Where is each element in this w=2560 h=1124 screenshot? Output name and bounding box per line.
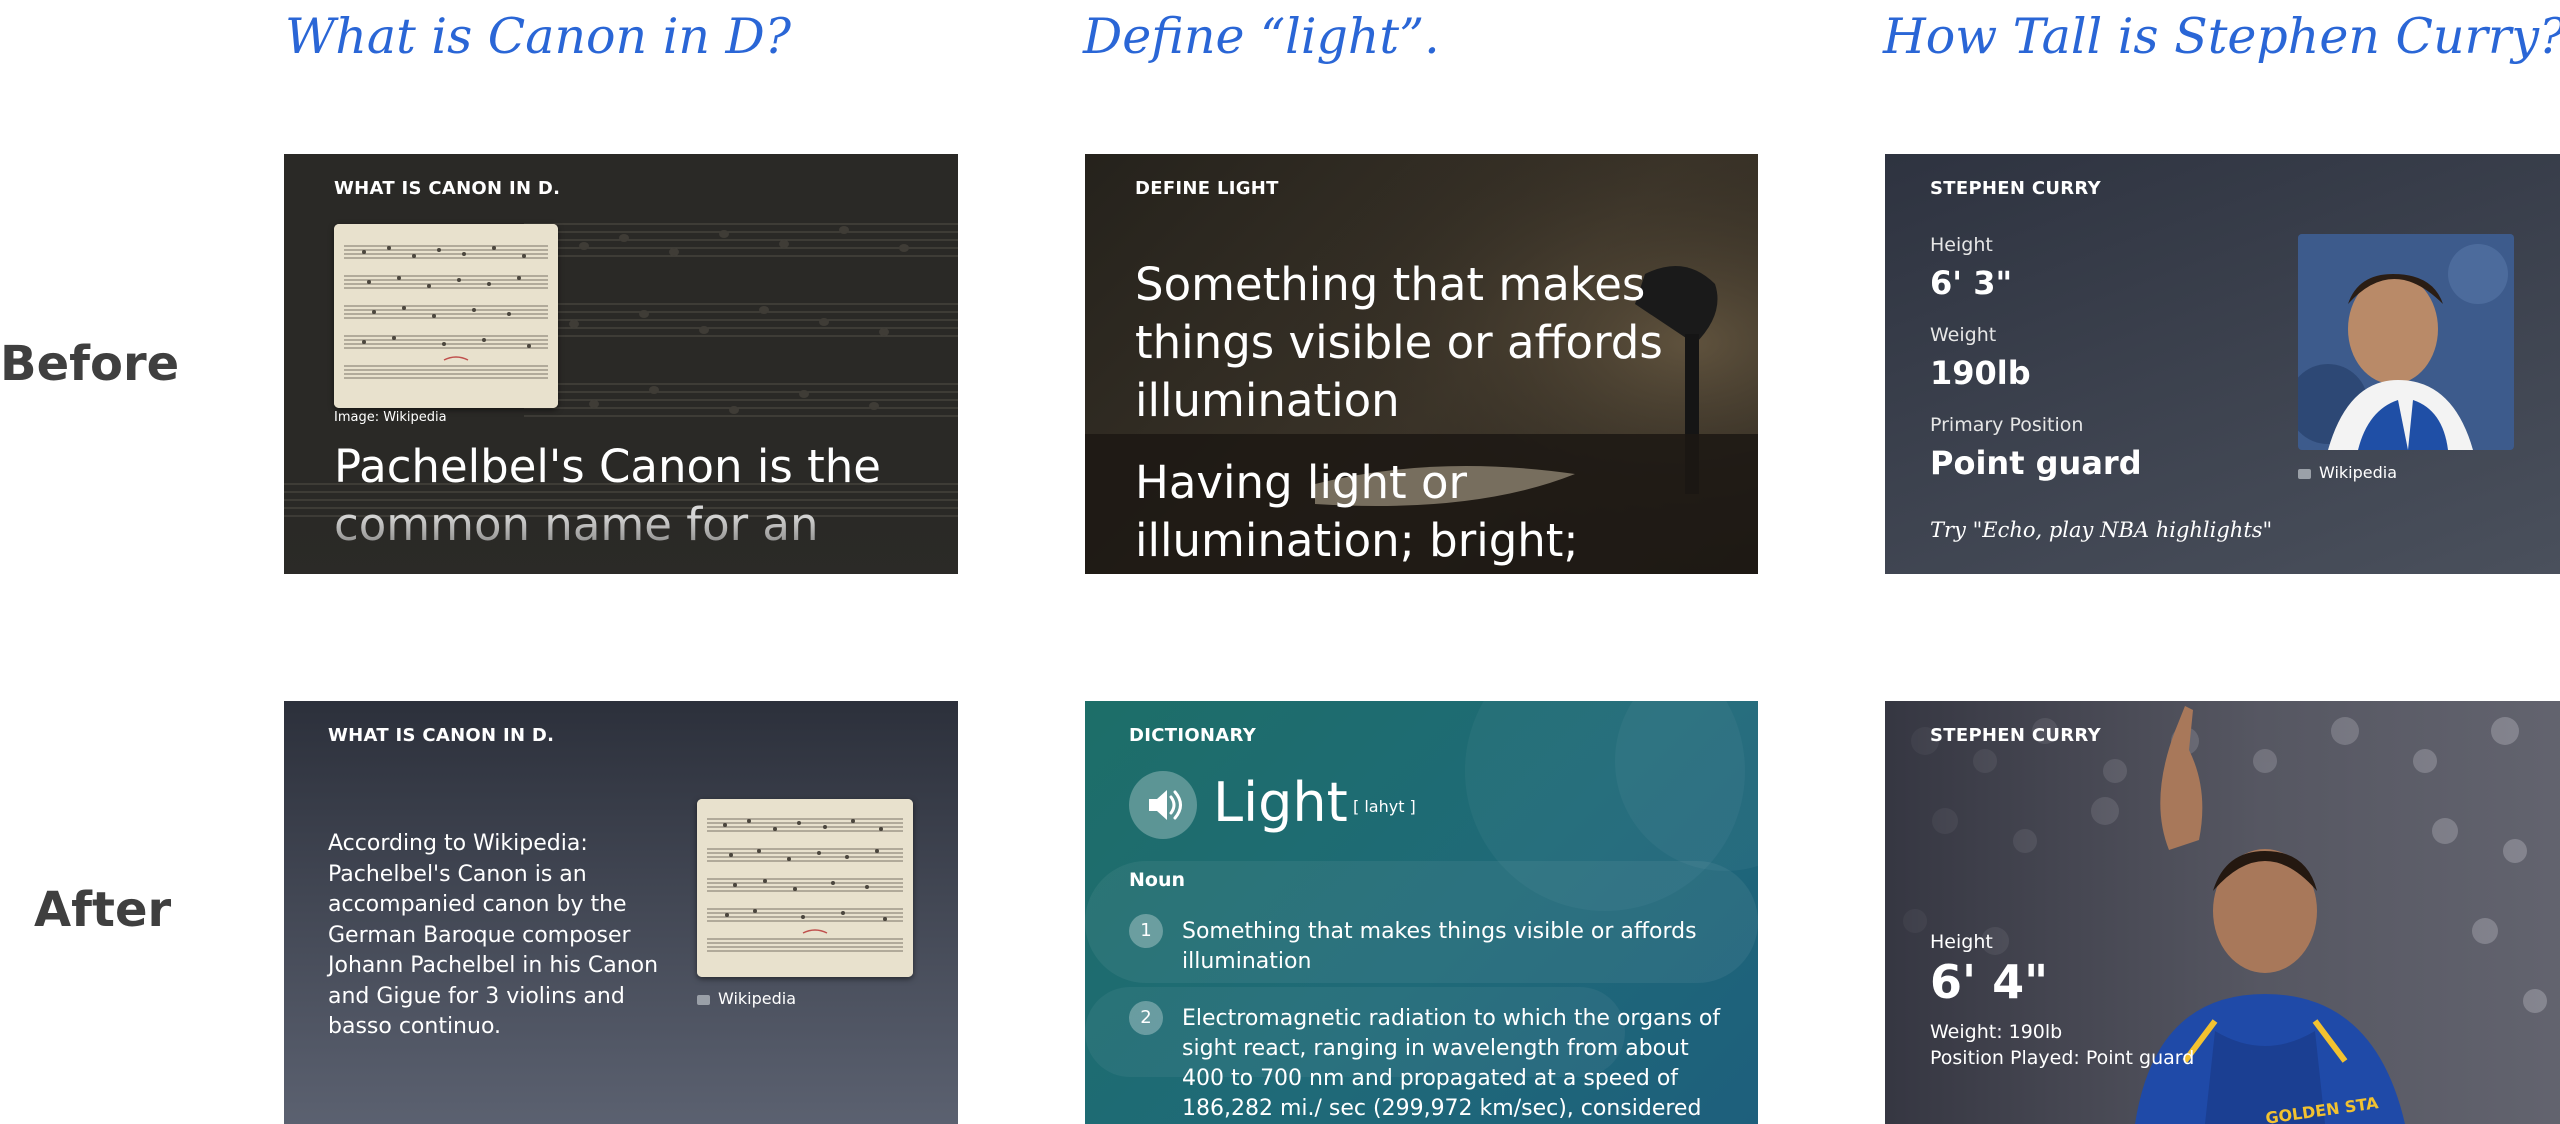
card-header: STEPHEN CURRY <box>1930 178 2101 199</box>
pronunciation: [ lahyt ] <box>1353 797 1416 816</box>
definition-text: Something that makes things visible or a… <box>1182 919 1697 974</box>
after-curry-card[interactable]: GOLDEN STA STEPHEN CURRY Height 6' 4" We… <box>1885 701 2560 1124</box>
height-label: Height <box>1930 931 1993 953</box>
weight-label: Weight <box>1930 324 1997 346</box>
question-light: Define “light”. <box>1083 8 1440 65</box>
definition-1: Something that makes things visible or a… <box>1135 258 1663 427</box>
height-label: Height <box>1930 234 1993 256</box>
part-of-speech: Noun <box>1129 869 1186 891</box>
answer-text-line-1: Pachelbel's Canon is the <box>334 440 881 493</box>
definition-number-badge: 1 <box>1129 914 1163 948</box>
position-label: Primary Position <box>1930 414 2084 436</box>
row-label-before: Before <box>0 336 180 392</box>
height-value: 6' 3" <box>1930 264 2013 302</box>
camera-icon <box>697 994 710 1005</box>
image-credit: Image: Wikipedia <box>334 410 447 425</box>
answer-body: According to Wikipedia: Pachelbel's Cano… <box>328 831 659 1039</box>
image-credit: Wikipedia <box>2298 463 2397 482</box>
before-curry-card[interactable]: STEPHEN CURRY Height 6' 3" Weight 190lb … <box>1885 154 2560 574</box>
card-header: STEPHEN CURRY <box>1930 725 2101 746</box>
question-canon: What is Canon in D? <box>285 8 792 65</box>
after-light-card[interactable]: DICTIONARY Light [ lahyt ] Noun 1 Someth… <box>1085 701 1758 1124</box>
before-light-card[interactable]: DEFINE LIGHT Something that makes things… <box>1085 154 1758 574</box>
card-header: DICTIONARY <box>1129 725 1257 746</box>
weight-line: Weight: 190lb <box>1930 1021 2063 1043</box>
before-canon-card[interactable]: WHAT IS CANON IN D. Image: Wikipedia Pac… <box>284 154 958 574</box>
definition-text: Electromagnetic radiation to which the o… <box>1182 1006 1721 1121</box>
weight-value: 190lb <box>1930 354 2031 392</box>
card-header: WHAT IS CANON IN D. <box>328 725 555 746</box>
sheet-music-image <box>697 799 913 977</box>
position-value: Point guard <box>1930 444 2142 482</box>
question-curry: How Tall is Stephen Curry? <box>1883 8 2560 65</box>
camera-icon <box>2298 468 2311 479</box>
card-header: DEFINE LIGHT <box>1135 178 1279 199</box>
row-label-after: After <box>34 882 172 938</box>
position-line: Position Played: Point guard <box>1930 1047 2195 1069</box>
height-value: 6' 4" <box>1930 955 2049 1009</box>
sheet-music-image <box>334 224 558 408</box>
voice-hint: Try "Echo, play NBA highlights" <box>1930 518 2273 542</box>
speaker-icon <box>1149 790 1182 820</box>
definition-2: Having light or illumination; bright; <box>1135 456 1579 567</box>
image-credit: Wikipedia <box>697 989 796 1008</box>
player-portrait-image <box>2298 234 2514 450</box>
speaker-button[interactable] <box>1129 771 1197 839</box>
after-canon-card[interactable]: WHAT IS CANON IN D. According to Wikiped… <box>284 701 958 1124</box>
card-header: WHAT IS CANON IN D. <box>334 178 561 199</box>
definition-number-badge: 2 <box>1129 1001 1163 1035</box>
word-title: Light <box>1213 771 1348 834</box>
